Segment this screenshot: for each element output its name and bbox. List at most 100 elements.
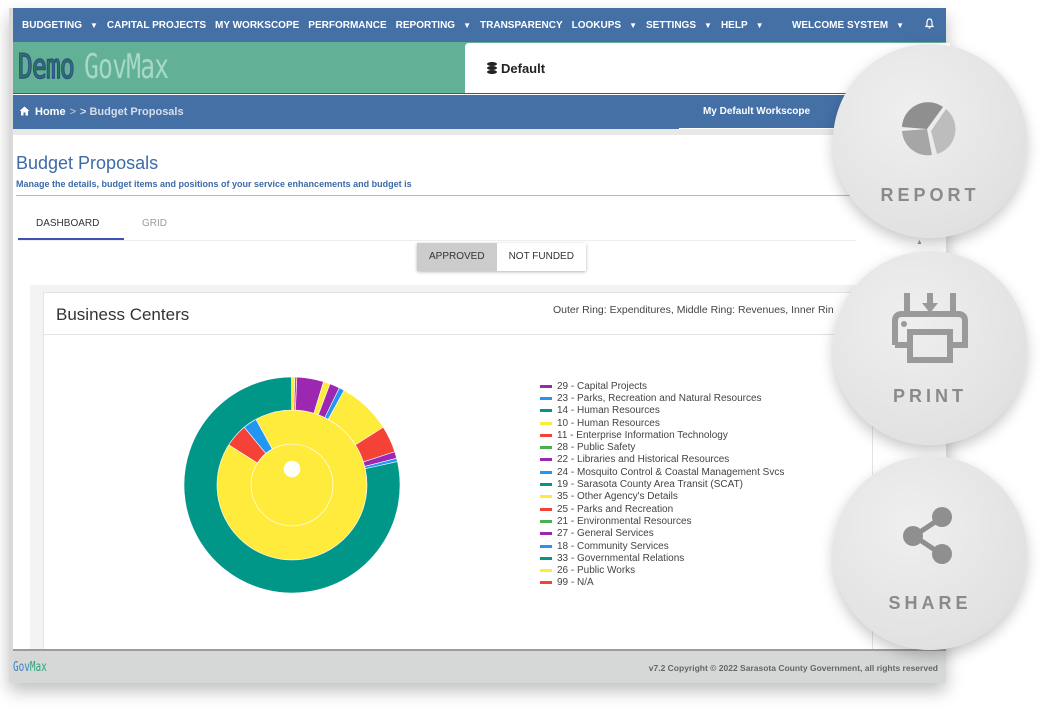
- legend-swatch: [540, 532, 552, 536]
- nav-menu: BUDGETING ▼ CAPITAL PROJECTS MY WORKSCOPE PE…: [22, 20, 773, 31]
- legend-item[interactable]: 22 - Libraries and Historical Resources: [540, 454, 784, 466]
- legend-swatch: [540, 581, 552, 585]
- chart-legend: 29 - Capital Projects 23 - Parks, Recreat…: [540, 380, 784, 589]
- tab-grid[interactable]: GRID: [124, 208, 185, 240]
- legend-item[interactable]: 19 - Sarasota County Area Transit (SCAT): [540, 478, 784, 490]
- legend-swatch: [540, 384, 552, 388]
- legend-item[interactable]: 35 - Other Agency's Details: [540, 491, 784, 503]
- breadcrumb-home[interactable]: Home: [35, 106, 66, 118]
- page-subtitle: Manage the details, budget items and pos…: [16, 179, 412, 189]
- report-label: REPORT: [880, 185, 980, 205]
- divider: [16, 195, 856, 196]
- legend-item[interactable]: 26 - Public Works: [540, 564, 784, 576]
- chevron-down-icon: ▼: [629, 20, 637, 30]
- print-label: PRINT: [893, 386, 967, 406]
- legend-label: 10 - Human Resources: [557, 417, 660, 429]
- legend-label: 18 - Community Services: [557, 540, 669, 552]
- nav-item-label: CAPITAL PROJECTS: [106, 19, 207, 31]
- legend-item[interactable]: 21 - Environmental Resources: [540, 515, 784, 527]
- legend-swatch: [540, 409, 552, 413]
- nav-item-budgeting[interactable]: BUDGETING ▼: [22, 20, 98, 31]
- report-button[interactable]: REPORT: [833, 44, 1027, 238]
- legend-label: 25 - Parks and Recreation: [557, 503, 674, 515]
- legend-item[interactable]: 27 - General Services: [540, 528, 784, 540]
- legend-label: 28 - Public Safety: [557, 442, 636, 454]
- tab-dashboard[interactable]: DASHBOARD: [18, 208, 124, 240]
- scroll-up-arrow[interactable]: ▲: [916, 239, 923, 246]
- legend-item[interactable]: 29 - Capital Projects: [540, 380, 784, 392]
- not-funded-button[interactable]: NOT FUNDED: [496, 243, 586, 271]
- dashboard-area: Business Centers Outer Ring: Expenditure…: [30, 285, 873, 662]
- legend-item[interactable]: 33 - Governmental Relations: [540, 552, 784, 564]
- legend-swatch: [540, 519, 552, 523]
- copyright: v7.2 Copyright © 2022 Sarasota County Go…: [648, 663, 938, 673]
- govmax-logo[interactable]: Demo GovMax: [17, 47, 169, 87]
- legend-item[interactable]: 18 - Community Services: [540, 540, 784, 552]
- nav-item-my-workscope[interactable]: MY WORKSCOPE: [215, 20, 299, 31]
- nav-item-label: SETTINGS: [646, 19, 697, 31]
- legend-item[interactable]: 11 - Enterprise Information Technology: [540, 429, 784, 441]
- nav-item-reporting[interactable]: REPORTING ▼: [396, 20, 471, 31]
- printer-icon: [892, 293, 968, 363]
- user-menu-label: WELCOME SYSTEM: [791, 19, 889, 31]
- breadcrumb-separator: >: [69, 106, 76, 118]
- funding-toggle: APPROVED NOT FUNDED: [417, 243, 586, 271]
- my-default-workscope-tab[interactable]: My Default Workscope: [679, 95, 834, 129]
- chevron-down-icon: ▼: [463, 20, 472, 30]
- approved-button[interactable]: APPROVED: [417, 243, 497, 271]
- legend-item[interactable]: 25 - Parks and Recreation: [540, 503, 784, 515]
- panel-header: Business Centers Outer Ring: Expenditure…: [44, 293, 872, 335]
- legend-label: 14 - Human Resources: [557, 405, 660, 417]
- legend-item[interactable]: 28 - Public Safety: [540, 441, 784, 453]
- legend-label: 21 - Environmental Resources: [557, 515, 692, 527]
- legend-item[interactable]: 14 - Human Resources: [540, 405, 784, 417]
- legend-item[interactable]: 23 - Parks, Recreation and Natural Resou…: [540, 392, 784, 404]
- legend-label: 22 - Libraries and Historical Resources: [557, 454, 730, 466]
- legend-label: 29 - Capital Projects: [557, 380, 648, 392]
- bell-icon[interactable]: [924, 18, 935, 32]
- legend-swatch: [540, 433, 552, 437]
- footer-logo: GovMax: [13, 660, 47, 675]
- share-icon: [903, 507, 952, 564]
- top-navigation: BUDGETING ▼ CAPITAL PROJECTS MY WORKSCOPE PE…: [13, 8, 946, 42]
- legend-item[interactable]: 24 - Mosquito Control & Coastal Manageme…: [540, 466, 784, 478]
- legend-label: 99 - N/A: [557, 577, 594, 589]
- legend-item[interactable]: 99 - N/A: [540, 577, 784, 589]
- nav-item-lookups[interactable]: LOOKUPS ▼: [572, 20, 637, 31]
- nav-item-label: LOOKUPS: [571, 19, 622, 31]
- ring-0-segment-0[interactable]: [250, 443, 334, 527]
- ring-description: Outer Ring: Expenditures, Middle Ring: R…: [553, 304, 834, 316]
- logo-bar: Demo GovMax Default: [13, 42, 950, 94]
- nav-item-performance[interactable]: PERFORMANCE: [308, 20, 386, 31]
- user-menu[interactable]: WELCOME SYSTEM ▼: [792, 20, 904, 31]
- legend-label: 27 - General Services: [557, 528, 654, 540]
- nav-item-transparency[interactable]: TRANSPARENCY: [480, 20, 563, 31]
- nav-item-settings[interactable]: SETTINGS ▼: [646, 20, 712, 31]
- legend-swatch: [540, 396, 552, 400]
- panel-title: Business Centers: [56, 305, 190, 324]
- legend-swatch: [540, 544, 552, 548]
- divider: [18, 240, 856, 241]
- nav-item-label: TRANSPARENCY: [480, 19, 563, 31]
- database-icon: [487, 62, 497, 74]
- nav-item-label: PERFORMANCE: [308, 19, 387, 31]
- footer: GovMax v7.2 Copyright © 2022 Sarasota Co…: [13, 649, 946, 683]
- legend-item[interactable]: 10 - Human Resources: [540, 417, 784, 429]
- home-icon[interactable]: [19, 106, 30, 119]
- nav-item-capital-projects[interactable]: CAPITAL PROJECTS: [107, 20, 206, 31]
- print-button[interactable]: PRINT: [833, 251, 1027, 445]
- legend-swatch: [540, 446, 552, 450]
- share-button[interactable]: SHARE: [833, 456, 1027, 650]
- nav-item-help[interactable]: HELP ▼: [721, 20, 764, 31]
- share-label: SHARE: [888, 593, 972, 613]
- workscope-label: Default: [501, 60, 546, 76]
- legend-label: 11 - Enterprise Information Technology: [557, 429, 728, 441]
- breadcrumb-current: > Budget Proposals: [80, 106, 184, 118]
- chevron-down-icon: ▼: [896, 20, 904, 30]
- nav-item-label: BUDGETING: [22, 19, 82, 31]
- nav-item-label: HELP: [720, 19, 748, 31]
- main-content: Budget Proposals Manage the details, bud…: [13, 129, 946, 662]
- legend-label: 33 - Governmental Relations: [557, 552, 685, 564]
- sunburst-chart[interactable]: [180, 373, 404, 597]
- breadcrumb: Home > > Budget Proposals My Default Wor…: [13, 95, 946, 129]
